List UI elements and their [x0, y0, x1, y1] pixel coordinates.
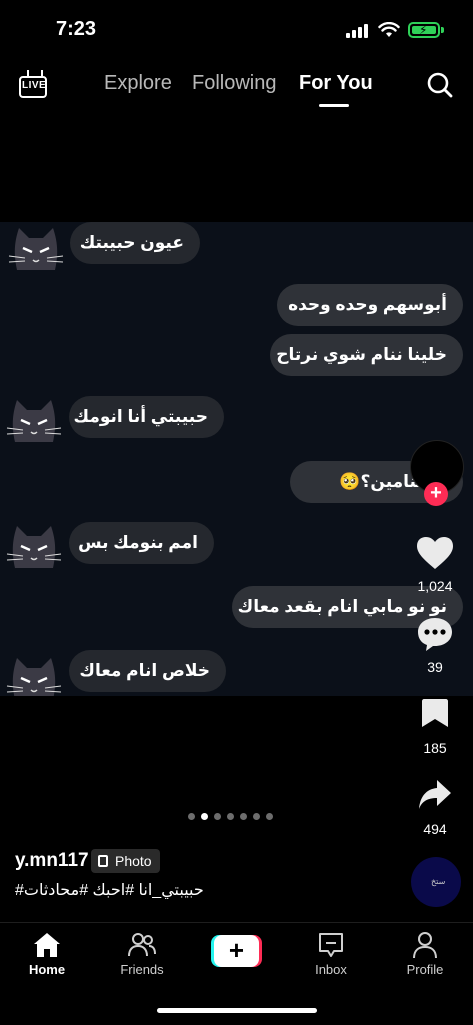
- carousel-dot: [227, 813, 234, 820]
- profile-icon: [413, 932, 437, 959]
- follow-plus-icon[interactable]: +: [424, 482, 448, 506]
- nav-home-label: Home: [28, 962, 66, 977]
- photo-tag-label: Photo: [115, 853, 152, 869]
- bookmark-icon: [422, 699, 448, 727]
- carousel-dot: [266, 813, 273, 820]
- tab-explore[interactable]: Explore: [104, 72, 172, 95]
- share-button[interactable]: 494: [405, 778, 465, 837]
- friends-icon: [128, 933, 156, 957]
- nav-friends[interactable]: Friends: [107, 931, 177, 977]
- chat-bubble: أبوسهم وحده وحده: [277, 284, 463, 326]
- status-bar: 7:23 ⚡: [0, 0, 473, 56]
- comment-button[interactable]: 39: [405, 616, 465, 675]
- inbox-icon: [319, 933, 343, 957]
- bookmark-button[interactable]: 185: [405, 697, 465, 756]
- live-label: LIVE: [22, 80, 47, 91]
- like-button[interactable]: 1,024: [405, 535, 465, 594]
- chat-bubble: امم بنومك بس: [69, 522, 214, 564]
- plus-icon: +: [214, 935, 259, 967]
- cat-avatar-icon: [6, 400, 62, 442]
- chat-bubble: خلينا ننام شوي نرتاح: [270, 334, 463, 376]
- photo-tag: Photo: [91, 849, 160, 873]
- chat-bubble: عيون حبيبتك: [70, 222, 200, 264]
- top-nav: LIVE Explore Following For You: [0, 62, 473, 112]
- status-time: 7:23: [56, 18, 97, 40]
- wifi-icon: [378, 22, 400, 37]
- share-icon: [419, 780, 451, 809]
- cat-avatar-icon: [6, 658, 62, 696]
- carousel-dot: [240, 813, 247, 820]
- chat-bubble: خلاص انام معاك: [69, 650, 226, 692]
- chat-bubble: حبيبتي أنا انومك: [69, 396, 224, 438]
- carousel-dot: [188, 813, 195, 820]
- sound-label: ستخ: [431, 877, 446, 886]
- bookmark-count: 185: [423, 740, 447, 756]
- nav-friends-label: Friends: [120, 962, 164, 977]
- tab-for-you[interactable]: For You: [299, 72, 373, 95]
- nav-inbox[interactable]: Inbox: [296, 931, 366, 977]
- battery-icon: ⚡: [408, 22, 440, 38]
- nav-profile[interactable]: Profile: [390, 931, 460, 977]
- create-button[interactable]: +: [211, 935, 262, 967]
- tab-following[interactable]: Following: [192, 72, 276, 95]
- post-photo-chat[interactable]: عيون حبيبتك أبوسهم وحده وحده خلينا ننام …: [0, 222, 473, 696]
- photo-icon: [98, 855, 108, 867]
- post-caption[interactable]: #حبيبتي_انا #احبك #محادثات: [15, 880, 204, 900]
- home-icon: [34, 933, 60, 957]
- carousel-dot: [201, 813, 208, 820]
- like-count: 1,024: [417, 578, 453, 594]
- nav-inbox-label: Inbox: [315, 962, 347, 977]
- username[interactable]: y.mn117: [15, 850, 89, 872]
- nav-profile-label: Profile: [406, 962, 444, 977]
- active-tab-indicator: [319, 104, 349, 107]
- heart-icon: [417, 537, 453, 569]
- sound-disc[interactable]: ستخ: [411, 857, 461, 907]
- nav-home[interactable]: Home: [12, 931, 82, 977]
- search-icon[interactable]: [427, 72, 453, 98]
- comment-count: 39: [427, 659, 443, 675]
- carousel-dot: [214, 813, 221, 820]
- cellular-signal-icon: [346, 24, 370, 38]
- live-button[interactable]: LIVE: [19, 70, 49, 100]
- cat-avatar-icon: [8, 228, 64, 270]
- cat-avatar-icon: [6, 526, 62, 568]
- share-count: 494: [423, 821, 447, 837]
- comment-icon: [418, 618, 452, 651]
- carousel-dot: [253, 813, 260, 820]
- home-indicator: [157, 1008, 317, 1013]
